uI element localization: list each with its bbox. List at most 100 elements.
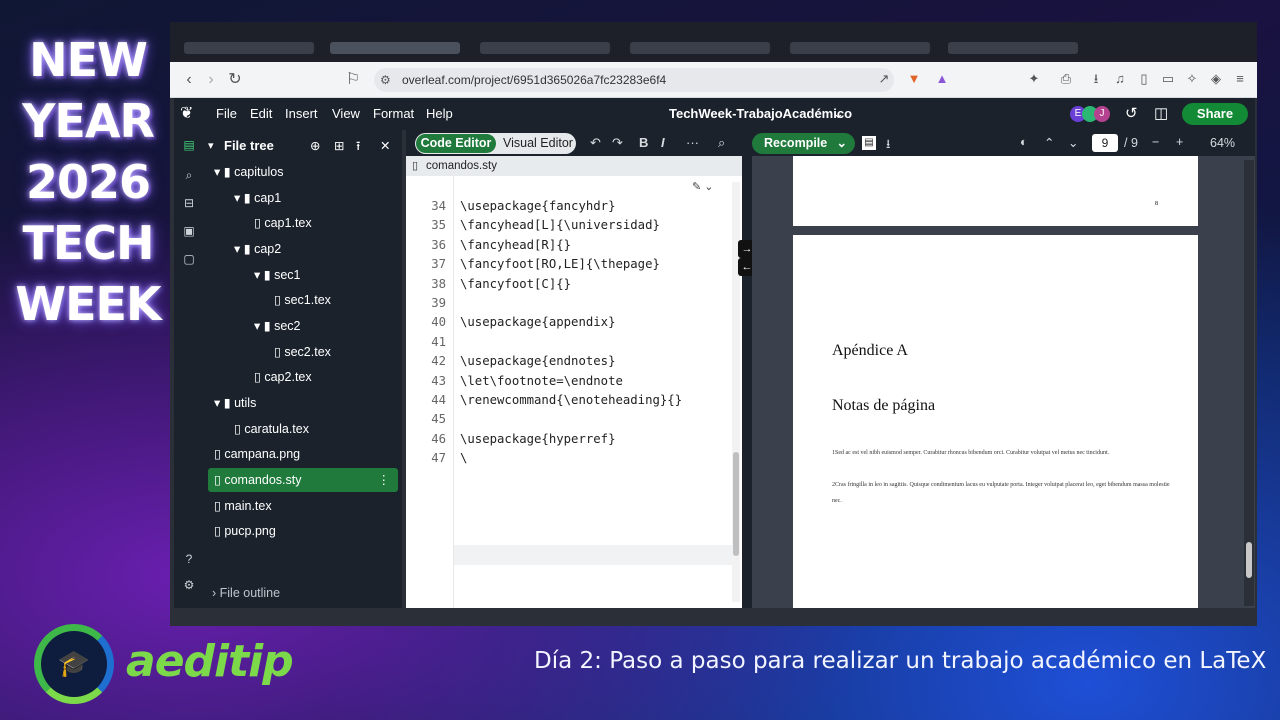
pdf-scrollbar[interactable]	[1244, 160, 1254, 606]
tree-folder[interactable]: ▾ ▮ sec1	[254, 263, 301, 287]
code-line[interactable]: \renewcommand{\enoteheading}{}	[460, 393, 682, 407]
new-folder-icon[interactable]: ⊞	[334, 134, 344, 158]
redo-icon[interactable]: ↷	[612, 135, 623, 151]
recompile-button[interactable]: Recompile ⌄	[752, 133, 855, 154]
tree-file[interactable]: ▯ campana.png	[214, 442, 300, 466]
reload-icon[interactable]: ↻	[226, 71, 244, 89]
back-icon[interactable]: ‹	[180, 71, 198, 89]
ai-icon[interactable]: ✧	[1184, 71, 1200, 87]
download-icon[interactable]: ⭳	[1088, 71, 1104, 87]
menu-file[interactable]: File	[216, 106, 237, 121]
tree-file[interactable]: ▯ pucp.png	[214, 519, 276, 543]
code-line[interactable]: \usepackage{appendix}	[460, 315, 615, 329]
menu-help[interactable]: Help	[426, 106, 453, 121]
bookmark-icon[interactable]: ⚐	[344, 71, 362, 89]
browser-tab[interactable]	[790, 42, 930, 54]
open-file-tab[interactable]: comandos.sty	[406, 156, 742, 176]
layout-icon[interactable]: ◫	[1154, 104, 1168, 122]
menu-view[interactable]: View	[332, 106, 360, 121]
logs-icon[interactable]: ▤	[862, 136, 876, 150]
browser-tab[interactable]	[948, 42, 1078, 54]
code-line[interactable]: \fancyfoot[C]{}	[460, 277, 571, 291]
bold-icon[interactable]: B	[639, 135, 648, 150]
avatar[interactable]: J	[1094, 106, 1110, 122]
wallet-icon[interactable]: ▭	[1160, 71, 1176, 87]
download-pdf-icon[interactable]: ⭳	[886, 135, 890, 156]
editor-scroll-thumb[interactable]	[733, 452, 739, 556]
pane-splitter[interactable]: → ←	[738, 130, 756, 608]
search-icon[interactable]: ⌕	[718, 135, 725, 151]
chevron-down-icon[interactable]: ▾	[208, 134, 214, 158]
code-editor-tab[interactable]: Code Editor	[416, 134, 496, 153]
file-outline-toggle[interactable]: › File outline	[212, 586, 280, 600]
share-page-icon[interactable]: ↗	[876, 71, 892, 87]
code-line[interactable]: \usepackage{fancyhdr}	[460, 199, 615, 213]
history-icon[interactable]: ↺	[1125, 104, 1138, 122]
music-icon[interactable]: ♫	[1112, 71, 1128, 87]
new-file-icon[interactable]: ⊕	[310, 134, 320, 158]
chevron-down-icon[interactable]: ⌄	[833, 106, 844, 122]
page-number-input[interactable]: 9	[1092, 134, 1118, 152]
tree-folder[interactable]: ▾ ▮ utils	[214, 391, 256, 415]
page-up-icon[interactable]: ⌃	[1044, 135, 1054, 150]
brave-shield-icon[interactable]: ▼	[906, 71, 922, 87]
tree-file[interactable]: ▯ sec1.tex	[274, 288, 331, 312]
upload-icon[interactable]: ⭱	[356, 134, 360, 158]
zoom-level[interactable]: 64%	[1210, 136, 1235, 150]
more-options-icon[interactable]: ⋮	[378, 468, 391, 492]
menu-edit[interactable]: Edit	[250, 106, 272, 121]
overleaf-logo-icon[interactable]: ❦	[180, 103, 193, 123]
project-title[interactable]: TechWeek-TrabajoAcadémico	[669, 106, 852, 121]
rewards-icon[interactable]: ▲	[934, 71, 950, 87]
menu-icon[interactable]: ≡	[1232, 71, 1248, 87]
settings-icon[interactable]: ⚙	[181, 578, 197, 594]
undo-icon[interactable]: ↶	[590, 135, 601, 151]
code-line[interactable]: \let\footnote=\endnote	[460, 374, 623, 388]
pdf-scroll-thumb[interactable]	[1246, 542, 1252, 578]
zoom-out-icon[interactable]: −	[1152, 135, 1159, 149]
integrations-icon[interactable]: ⊟	[181, 196, 197, 212]
help-icon[interactable]: ?	[181, 552, 197, 568]
chevron-down-icon[interactable]: ⌄	[837, 133, 847, 154]
browser-tab[interactable]	[480, 42, 610, 54]
browser-tab[interactable]	[330, 42, 460, 54]
tree-folder[interactable]: ▾ ▮ cap2	[234, 237, 281, 261]
site-settings-icon[interactable]: ⚙	[380, 73, 391, 87]
pencil-icon[interactable]: ✎ ⌄	[692, 180, 714, 193]
tree-file[interactable]: ▯ cap1.tex	[254, 211, 312, 235]
italic-icon[interactable]: I	[661, 135, 665, 150]
search-icon[interactable]: ⌕	[181, 168, 197, 184]
review-icon[interactable]: ▣	[181, 224, 197, 240]
tree-file[interactable]: ▯ caratula.tex	[234, 417, 309, 441]
chat-icon[interactable]: ▢	[181, 252, 197, 268]
code-line[interactable]: \fancyhead[L]{\universidad}	[460, 218, 660, 232]
visual-editor-tab[interactable]: Visual Editor	[501, 134, 575, 153]
tree-file[interactable]: ▯ sec2.tex	[274, 340, 331, 364]
forward-icon[interactable]: ›	[202, 71, 220, 89]
url-field[interactable]: overleaf.com/project/6951d365026a7fc2328…	[374, 68, 894, 92]
tree-folder[interactable]: ▾ ▮ cap1	[234, 186, 281, 210]
extensions-icon[interactable]: ✦	[1026, 71, 1042, 87]
tree-folder[interactable]: ▾ ▮ capitulos	[214, 160, 283, 184]
vpn-icon[interactable]: ◈	[1208, 71, 1224, 87]
file-tree-icon[interactable]: ▤	[181, 138, 197, 154]
code-line[interactable]: \fancyfoot[RO,LE]{\thepage}	[460, 257, 660, 271]
share-button[interactable]: Share	[1182, 103, 1248, 125]
tree-file-selected[interactable]: ▯ comandos.sty ⋮	[208, 468, 398, 492]
menu-insert[interactable]: Insert	[285, 106, 318, 121]
page-down-icon[interactable]: ⌄	[1068, 135, 1078, 150]
tree-folder[interactable]: ▾ ▮ sec2	[254, 314, 301, 338]
close-icon[interactable]: ✕	[380, 134, 390, 158]
tree-file[interactable]: ▯ main.tex	[214, 494, 272, 518]
browser-tab[interactable]	[630, 42, 770, 54]
more-icon[interactable]: ···	[686, 135, 699, 150]
sidebar-icon[interactable]: ▯	[1136, 71, 1152, 87]
print-icon[interactable]: ⎙	[1058, 71, 1074, 87]
zoom-in-icon[interactable]: +	[1176, 135, 1183, 149]
code-line[interactable]: \	[460, 451, 467, 465]
contrast-icon[interactable]: ◐	[1020, 135, 1028, 149]
browser-tab[interactable]	[184, 42, 314, 54]
code-line[interactable]: \usepackage{hyperref}	[460, 432, 615, 446]
code-line[interactable]: \fancyhead[R]{}	[460, 238, 571, 252]
tree-file[interactable]: ▯ cap2.tex	[254, 365, 312, 389]
